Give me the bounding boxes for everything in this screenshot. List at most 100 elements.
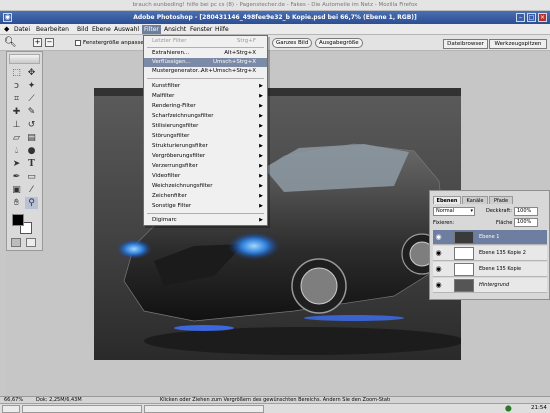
stamp-tool-icon[interactable]: ⊥ [10,119,23,131]
foreground-color-swatch[interactable] [12,214,24,226]
zoom-out-icon[interactable]: − [45,38,54,47]
menu-filter[interactable]: Filter [142,25,161,34]
layer-row[interactable]: ◉ Ebene 135 Kopie [433,262,547,277]
lasso-tool-icon[interactable]: ↄ [10,80,23,92]
blend-mode-select[interactable]: Normal ▾ [433,207,475,216]
pen-tool-icon[interactable]: ✒ [10,171,23,183]
clock: 21:54 [531,405,547,411]
fill-input[interactable]: 100% [514,218,538,227]
car-shadow [144,327,461,355]
standard-mode-icon[interactable] [11,238,21,247]
submenu-arrow-icon: ▶ [259,143,263,149]
dodge-tool-icon[interactable]: ● [25,145,38,157]
eye-icon[interactable]: ◉ [434,281,443,290]
print-size-button[interactable]: Ausgabegröße [315,38,363,48]
submenu-arrow-icon: ▶ [259,93,263,99]
history-brush-icon[interactable]: ↺ [25,119,38,131]
menu-fenster[interactable]: Fenster [190,26,212,33]
magic-wand-icon[interactable]: ✦ [25,80,38,92]
eye-icon[interactable]: ◉ [434,265,443,274]
filter-sketch[interactable]: Zeichenfilter ▶ [144,192,267,201]
layer-row[interactable]: ◉ Ebene 135 Kopie 2 [433,246,547,261]
filter-extract[interactable]: Extrahieren... Alt+Strg+X [144,49,267,58]
close-icon[interactable]: × [538,13,547,22]
taskbar-button[interactable] [22,405,142,413]
maximize-icon[interactable]: □ [527,13,536,22]
filter-liquify[interactable]: Verflüssigen... Umsch+Strg+X [144,58,267,67]
filter-digimarc[interactable]: Digimarc ▶ [144,216,267,225]
hand-tool-icon[interactable]: ✋︎ [10,197,23,209]
filter-blur[interactable]: Weichzeichnungsfilter ▶ [144,182,267,191]
quickmask-mode-icon[interactable] [26,238,36,247]
zoom-tool-box-icon[interactable]: ⚲ [25,197,38,209]
tab-file-browser[interactable]: Dateibrowser [443,39,488,49]
menu-datei[interactable]: Datei [14,26,30,33]
menu-hilfe[interactable]: Hilfe [215,26,229,33]
path-select-icon[interactable]: ➤ [10,158,23,170]
slice-tool-icon[interactable]: ⟋ [25,93,38,105]
filter-pattern-maker[interactable]: Mustergenerator... Alt+Umsch+Strg+X [144,67,267,76]
submenu-arrow-icon: ▶ [259,123,263,129]
healing-brush-icon[interactable]: ✚ [10,106,23,118]
filter-distort[interactable]: Verzerrungsfilter ▶ [144,162,267,171]
zoom-tool-icon[interactable]: 🔍︎ [4,37,17,48]
filter-sharpen[interactable]: Scharfzeichnungsfilter ▶ [144,112,267,121]
submenu-arrow-icon: ▶ [259,203,263,209]
submenu-arrow-icon: ▶ [259,217,263,223]
filter-texture[interactable]: Strukturierungsfilter ▶ [144,142,267,151]
filter-brush-strokes[interactable]: Malfilter ▶ [144,92,267,101]
menu-bearbeiten[interactable]: Bearbeiten [36,26,69,33]
layer-row[interactable]: ◉ Hintergrund [433,278,547,293]
menu-auswahl[interactable]: Auswahl [114,26,139,33]
photoshop-title: Adobe Photoshop - [280431146_498fee9e32_… [133,14,417,21]
filter-last-filter[interactable]: Letzter Filter Strg+F [144,37,267,46]
tray-icon[interactable]: ⬤ [505,405,512,412]
filter-render[interactable]: Rendering-Filter ▶ [144,102,267,111]
filter-stylize[interactable]: Stilisierungsfilter ▶ [144,122,267,131]
menu-bild[interactable]: Bild [77,26,88,33]
firefox-title-bar: brauch eunbeding! hilfe bei pc cs (8) - … [0,0,550,11]
layer-thumbnail [454,247,474,260]
submenu-arrow-icon: ▶ [259,173,263,179]
eye-icon[interactable]: ◉ [434,249,443,258]
eraser-tool-icon[interactable]: ▱ [10,132,23,144]
tab-channels[interactable]: Kanäle [462,196,488,204]
menu-ebene[interactable]: Ebene [92,26,111,33]
taskbar-button[interactable] [144,405,264,413]
filter-artistic[interactable]: Kunstfilter ▶ [144,82,267,91]
submenu-arrow-icon: ▶ [259,163,263,169]
fit-window-label: Fenstergröße anpassen [83,40,148,46]
eyedropper-icon[interactable]: ⁄ [25,184,38,196]
filter-video[interactable]: Videofilter ▶ [144,172,267,181]
filter-pixelate[interactable]: Vergröberungsfilter ▶ [144,152,267,161]
whole-image-button[interactable]: Ganzes Bild [272,38,313,48]
move-tool-icon[interactable]: ✥ [25,67,38,79]
notes-tool-icon[interactable]: ▣ [10,184,23,196]
blur-tool-icon[interactable]: 💧︎ [10,145,23,157]
fit-window-checkbox[interactable] [75,40,81,46]
gradient-tool-icon[interactable]: ▤ [25,132,38,144]
tab-layers[interactable]: Ebenen [433,196,461,204]
tab-brushes[interactable]: Werkzeugspitzen [489,39,547,49]
tab-paths[interactable]: Pfade [489,196,513,204]
marquee-tool-icon[interactable]: ⬚ [10,67,23,79]
photoshop-title-bar[interactable]: ◉ Adobe Photoshop - [280431146_498fee9e3… [0,11,550,24]
shape-tool-icon[interactable]: ▭ [25,171,38,183]
status-bar: 66,67% Dok: 2,25M/6,43M Klicken oder Zie… [0,396,550,403]
brush-tool-icon[interactable]: ✎ [25,106,38,118]
filter-noise[interactable]: Störungsfilter ▶ [144,132,267,141]
start-button[interactable] [2,405,20,413]
eye-icon[interactable]: ◉ [434,233,443,242]
type-tool-icon[interactable]: T [25,158,38,170]
layer-thumbnail [454,231,474,244]
menu-ansicht[interactable]: Ansicht [164,26,186,33]
filter-other[interactable]: Sonstige Filter ▶ [144,202,267,211]
lock-label: Fixieren: [433,220,455,226]
opacity-input[interactable]: 100% [514,207,538,216]
layer-row[interactable]: ◉ Ebene 1 [433,230,547,245]
underglow-side [304,315,404,321]
zoom-in-icon[interactable]: + [33,38,42,47]
submenu-arrow-icon: ▶ [259,83,263,89]
crop-tool-icon[interactable]: ⌗ [10,93,23,105]
minimize-icon[interactable]: – [516,13,525,22]
